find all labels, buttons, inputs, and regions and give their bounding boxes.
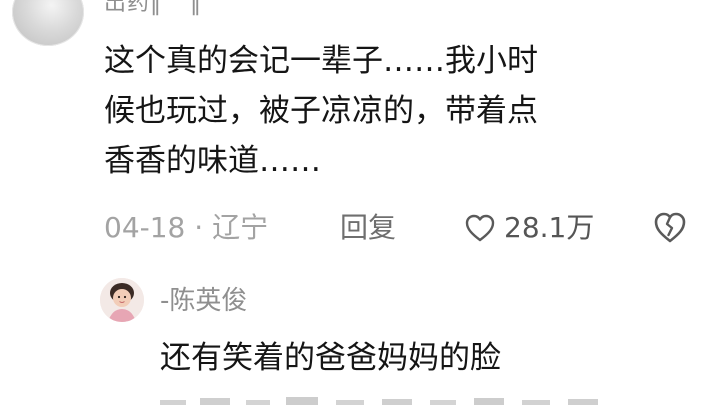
next-comment-text-cutoff (160, 392, 640, 405)
comment-item: 出药‖ ˘ ‖ 这个真的会记一辈子……我小时 候也玩过，被子凉凉的，带着点 香香… (0, 0, 720, 405)
meta-separator: · (194, 211, 204, 244)
comment-location: 辽宁 (212, 211, 269, 244)
like-button[interactable]: 28.1万 (464, 206, 594, 250)
reply-item: -陈英俊 还有笑着的爸爸妈妈的脸 (100, 272, 700, 402)
reply-text: 还有笑着的爸爸妈妈的脸 (160, 340, 501, 376)
avatar[interactable] (12, 0, 84, 46)
comment-text-line: 候也玩过，被子凉凉的，带着点 (104, 93, 538, 129)
reply-author[interactable]: -陈英俊 (160, 282, 247, 320)
broken-heart-icon (652, 212, 688, 250)
comment-date-location: 04-18 · 辽宁 (104, 206, 268, 250)
comment-text: 这个真的会记一辈子……我小时 候也玩过，被子凉凉的，带着点 香香的味道…… (104, 36, 694, 186)
comment-meta-row: 04-18 · 辽宁 回复 28.1万 (104, 206, 704, 250)
comment-author[interactable]: 出药‖ ˘ ‖ (104, 0, 202, 18)
comment-text-line: 这个真的会记一辈子……我小时 (104, 43, 538, 79)
reply-button[interactable]: 回复 (340, 206, 396, 250)
comment-date: 04-18 (104, 211, 186, 244)
dislike-button[interactable] (652, 210, 688, 246)
heart-outline-icon (464, 213, 496, 243)
child-photo-avatar[interactable] (100, 278, 144, 322)
comment-text-line: 香香的味道…… (104, 143, 321, 179)
like-count: 28.1万 (504, 211, 595, 244)
